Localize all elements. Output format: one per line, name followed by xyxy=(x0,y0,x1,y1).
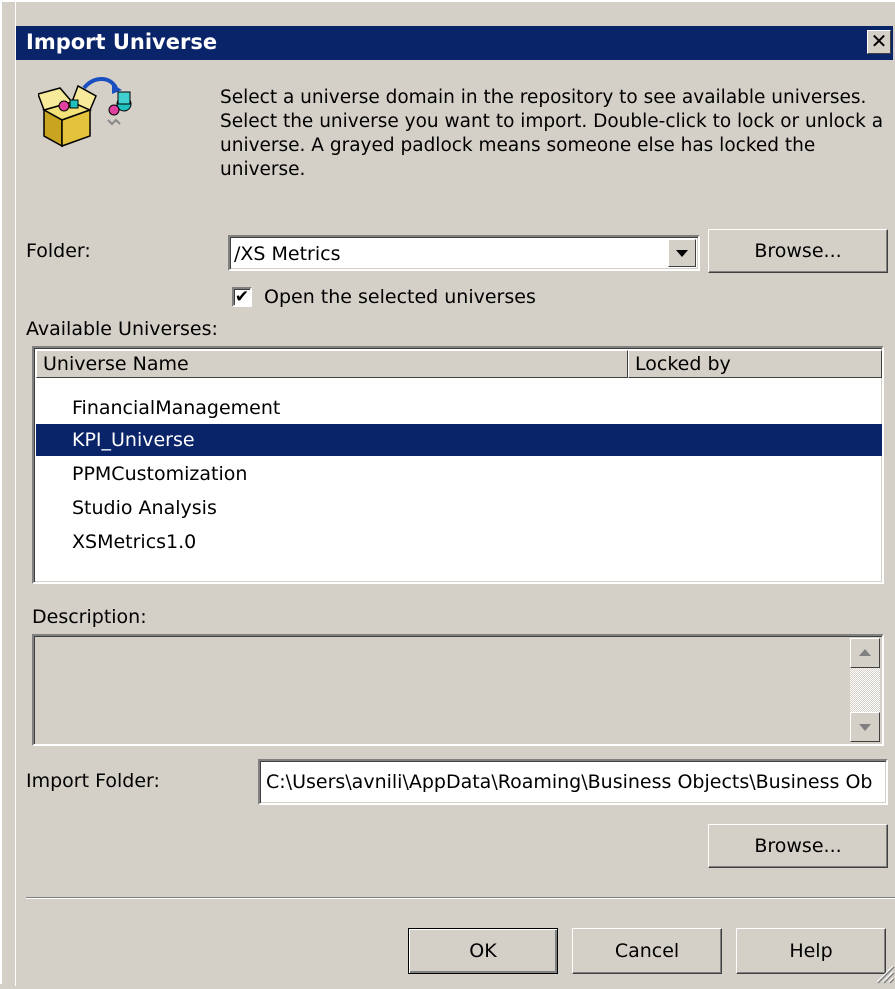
column-universe-name[interactable]: Universe Name xyxy=(36,350,628,378)
import-universe-icon xyxy=(37,74,138,150)
list-item[interactable]: PPMCustomization xyxy=(36,458,882,490)
checkmark-icon: ✔ xyxy=(234,287,250,307)
list-item[interactable]: XSMetrics1.0 xyxy=(36,526,882,558)
list-item[interactable]: Studio Analysis xyxy=(36,492,882,524)
resize-grip-icon[interactable] xyxy=(871,960,895,984)
folder-label: Folder: xyxy=(26,240,91,262)
scroll-up-button[interactable] xyxy=(850,638,880,668)
description-label: Description: xyxy=(32,606,147,628)
cancel-button[interactable]: Cancel xyxy=(572,928,722,974)
open-selected-label[interactable]: Open the selected universes xyxy=(264,286,536,308)
import-folder-label: Import Folder: xyxy=(26,770,160,792)
open-selected-checkbox[interactable]: ✔ xyxy=(232,287,252,307)
dialog-title: Import Universe xyxy=(26,30,218,54)
available-universes-label: Available Universes: xyxy=(26,318,218,340)
close-icon: ✕ xyxy=(870,29,888,53)
column-locked-by[interactable]: Locked by xyxy=(628,350,882,378)
list-item[interactable]: FinancialManagement xyxy=(36,392,882,424)
import-folder-value: C:\Users\avnili\AppData\Roaming\Business… xyxy=(266,771,873,793)
folder-browse-button[interactable]: Browse... xyxy=(708,229,888,273)
universes-list[interactable]: Universe Name Locked by FinancialManagem… xyxy=(32,346,884,584)
title-bar[interactable]: Import Universe ✕ xyxy=(16,26,893,60)
import-universe-dialog: Import Universe ✕ Select a universe doma… xyxy=(0,0,895,986)
window-frame-top xyxy=(2,2,895,26)
scroll-track[interactable] xyxy=(850,668,880,712)
scroll-up-icon xyxy=(859,649,871,656)
scroll-down-icon xyxy=(859,724,871,731)
close-button[interactable]: ✕ xyxy=(867,30,891,54)
list-header: Universe Name Locked by xyxy=(36,350,882,378)
folder-dropdown[interactable]: /XS Metrics xyxy=(228,235,700,271)
help-button[interactable]: Help xyxy=(736,928,886,974)
window-frame-left xyxy=(2,2,16,986)
chevron-down-icon xyxy=(676,250,688,257)
divider xyxy=(26,897,895,899)
instructions-text: Select a universe domain in the reposito… xyxy=(220,87,884,180)
ok-button[interactable]: OK xyxy=(408,928,558,974)
description-box[interactable] xyxy=(32,634,884,746)
import-folder-field[interactable]: C:\Users\avnili\AppData\Roaming\Business… xyxy=(258,759,888,805)
list-item-selected[interactable]: KPI_Universe xyxy=(36,424,882,456)
description-scrollbar[interactable] xyxy=(850,638,880,742)
folder-value: /XS Metrics xyxy=(234,243,341,265)
scroll-down-button[interactable] xyxy=(850,712,880,742)
folder-dropdown-button[interactable] xyxy=(668,239,696,267)
import-folder-browse-button[interactable]: Browse... xyxy=(708,824,888,868)
